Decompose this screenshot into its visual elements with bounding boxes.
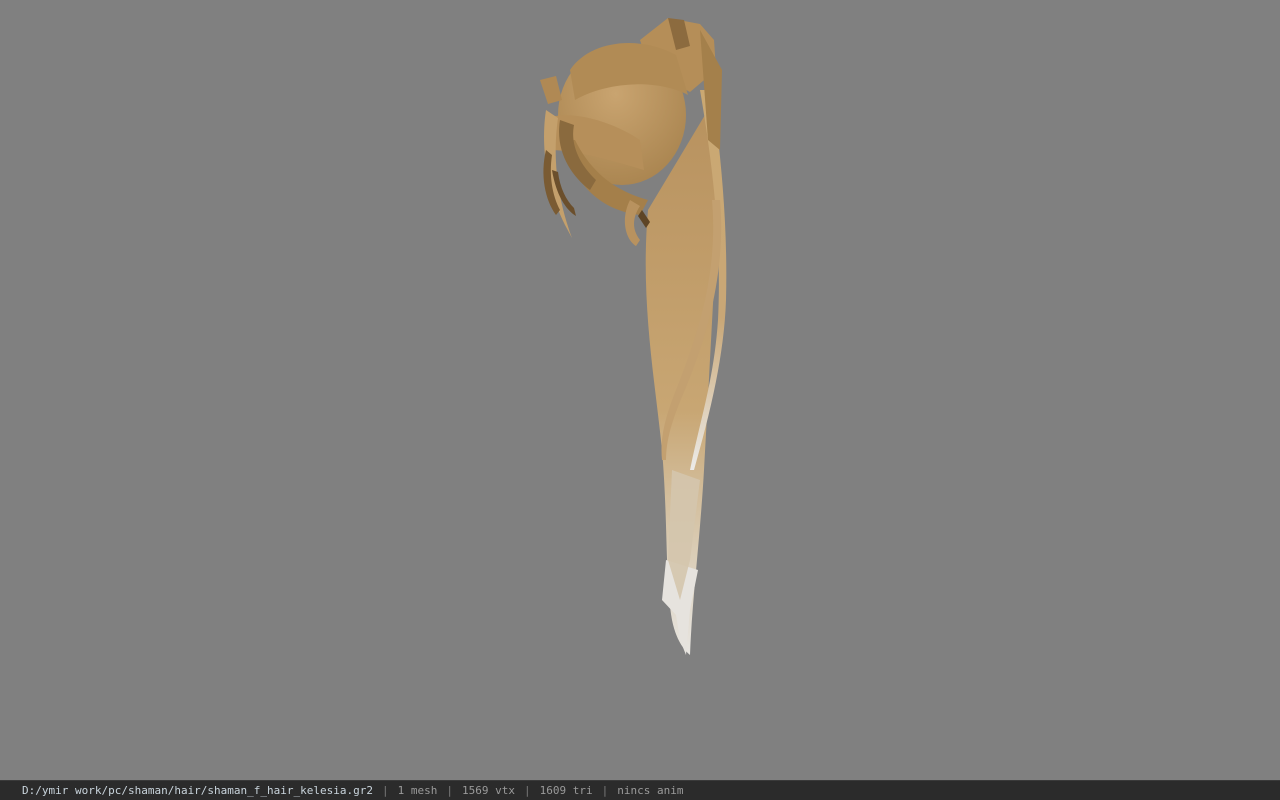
- status-separator: |: [601, 784, 609, 797]
- status-separator: |: [523, 784, 531, 797]
- status-bar: D:/ymir work/pc/shaman/hair/shaman_f_hai…: [0, 780, 1280, 800]
- triangle-count: 1609 tri: [539, 784, 593, 797]
- hair-model-render: [540, 18, 727, 655]
- status-separator: |: [446, 784, 453, 797]
- vertex-count: 1569 vtx: [462, 784, 515, 797]
- status-separator: |: [382, 784, 389, 797]
- file-path: D:/ymir work/pc/shaman/hair/shaman_f_hai…: [22, 784, 373, 797]
- anim-status: nincs anim: [617, 784, 684, 797]
- mesh-count: 1 mesh: [397, 784, 438, 797]
- 3d-viewport[interactable]: [0, 0, 1280, 780]
